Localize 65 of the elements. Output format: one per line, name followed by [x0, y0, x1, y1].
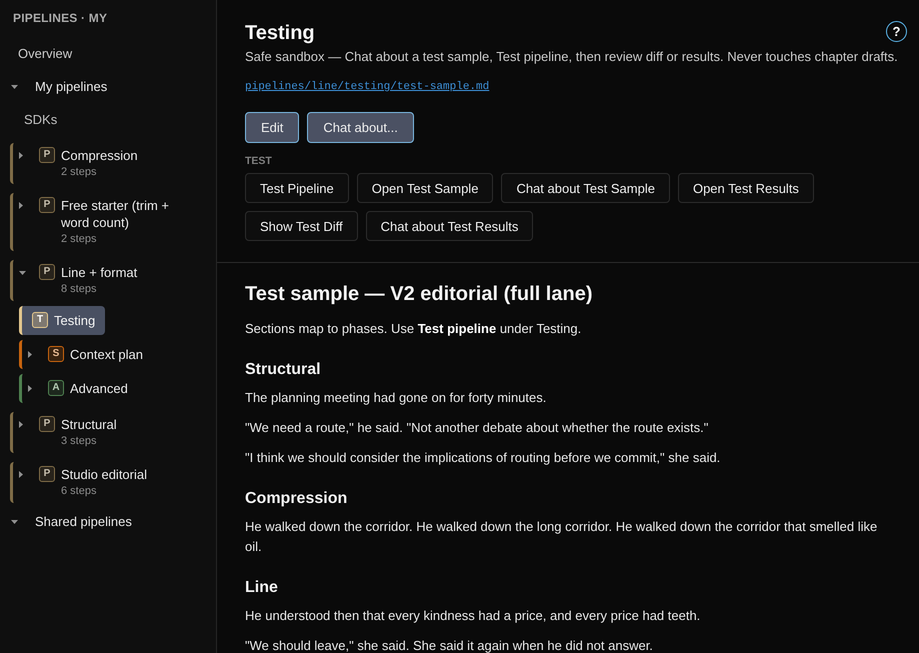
paragraph: "I think we should consider the implications of routing before we commit," she said. [245, 449, 722, 467]
test-action-button[interactable]: Chat about Test Results [366, 211, 534, 241]
nav-item[interactable]: SDKs [10, 106, 66, 134]
page-description: Safe sandbox — Chat about a test sample, Test pipeline, then review diff or results. Never touches chapter drafts. [245, 48, 898, 66]
type-badge: P [39, 416, 55, 432]
pipeline-name: Free starter (trim + word count) [61, 197, 170, 231]
paragraph: "We should leave," she said. She said it again when he did not answer. [245, 637, 654, 653]
step-count: 3 steps [61, 434, 98, 449]
tree-toggle[interactable]: My pipelines [10, 73, 116, 101]
paragraph: "We need a route," he said. "Not another debate about whether the route exists." [245, 419, 710, 437]
paragraph: The planning meeting had gone on for forty minutes. [245, 389, 548, 407]
type-badge: P [39, 147, 55, 163]
caret-icon[interactable] [19, 270, 26, 274]
test-action-button[interactable]: Test Pipeline [245, 173, 349, 203]
pipeline-item[interactable]: P Line + format 8 steps [10, 260, 148, 301]
type-badge: P [39, 197, 55, 213]
step-count: 8 steps [61, 282, 98, 297]
pipeline-item[interactable]: P Free starter (trim + word count) 2 steps [10, 193, 195, 251]
section-label: TEST [245, 154, 272, 168]
caret-icon[interactable] [19, 202, 23, 209]
type-badge: P [39, 264, 55, 280]
step-count: 6 steps [61, 484, 98, 499]
test-action-button[interactable]: Show Test Diff [245, 211, 358, 241]
type-badge: A [48, 380, 64, 396]
step-count: 2 steps [61, 232, 98, 247]
type-badge: P [39, 466, 55, 482]
type-badge: S [48, 346, 64, 362]
pipeline-name: Line + format [61, 264, 138, 281]
caret-icon[interactable] [19, 471, 23, 478]
nav-item[interactable]: Overview [10, 40, 80, 68]
action-button[interactable]: Edit [245, 112, 300, 143]
caret-icon[interactable] [28, 351, 32, 358]
pipeline-item[interactable]: P Compression 2 steps [10, 143, 148, 184]
pipeline-item[interactable]: P Structural 3 steps [10, 412, 127, 453]
pipeline-item[interactable]: A Advanced [19, 374, 138, 403]
pipeline-item[interactable]: P Studio editorial 6 steps [10, 462, 157, 503]
pipeline-name: Compression [61, 147, 138, 164]
tree-toggle[interactable]: Shared pipelines [10, 508, 140, 536]
section-heading: Line [245, 578, 278, 598]
caret-icon[interactable] [19, 152, 23, 159]
file-path-link[interactable]: pipelines/line/testing/test-sample.md [245, 79, 490, 95]
document-title: Test sample — V2 editorial (full lane) [245, 282, 592, 307]
pipeline-item[interactable]: S Context plan [19, 340, 153, 369]
paragraph: He walked down the corridor. He walked down the long corridor. He walked down the corridor that smelled like oil. [245, 518, 878, 556]
page-title: Testing [245, 21, 315, 46]
test-action-button[interactable]: Open Test Sample [356, 173, 494, 203]
pipeline-name: Structural [61, 416, 117, 433]
pipeline-name: Context plan [70, 346, 143, 363]
caret-icon[interactable] [28, 385, 32, 392]
caret-icon[interactable] [19, 421, 23, 428]
pipeline-name: Testing [54, 312, 96, 329]
paragraph: He understood then that every kindness had a price, and every price had teeth. [245, 607, 702, 625]
pipeline-name: Studio editorial [61, 466, 147, 483]
pipeline-item[interactable]: T Testing [19, 306, 106, 335]
section-heading: Compression [245, 489, 348, 509]
section-heading: Structural [245, 360, 321, 380]
test-action-button[interactable]: Open Test Results [678, 173, 814, 203]
action-button[interactable]: Chat about... [307, 112, 414, 143]
test-action-button[interactable]: Chat about Test Sample [501, 173, 670, 203]
paragraph: Sections map to phases. Use Test pipeline under Testing. [245, 320, 582, 338]
type-badge: T [32, 312, 48, 328]
help-button[interactable]: ? [886, 21, 907, 42]
pipeline-name: Advanced [70, 380, 128, 397]
sidebar-title: PIPELINES · MY [13, 10, 108, 26]
step-count: 2 steps [61, 165, 98, 180]
